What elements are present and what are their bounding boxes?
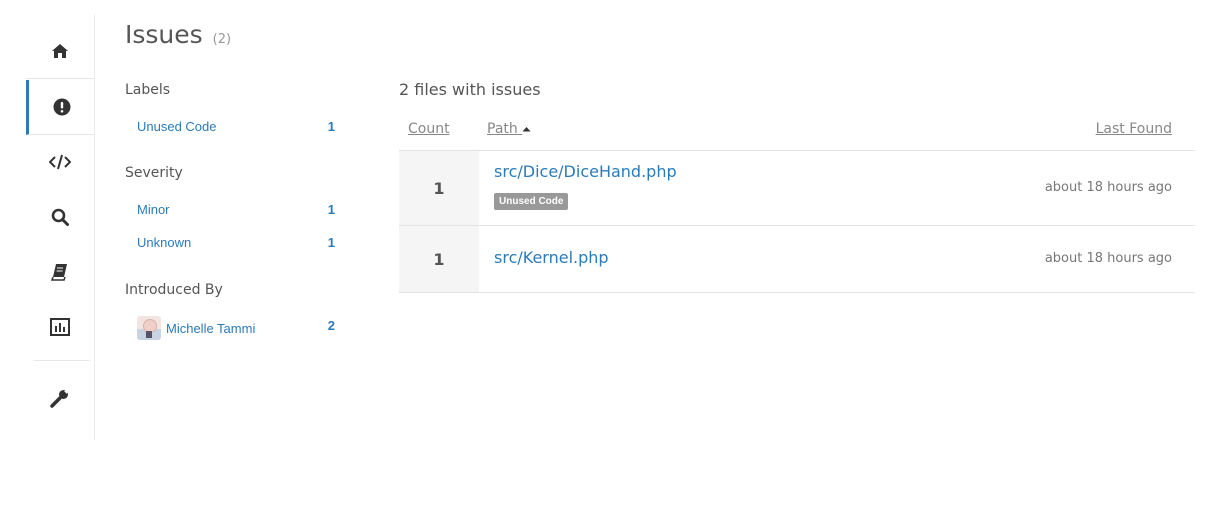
table-row: 1 src/Dice/DiceHand.php Unused Code abou… [399, 151, 1195, 226]
column-path[interactable]: Path [487, 121, 531, 137]
nav-docs[interactable] [26, 245, 94, 299]
filter-author-michelle-tammi[interactable]: Michelle Tammi 2 [137, 316, 335, 340]
nav-code[interactable] [26, 135, 94, 189]
nav-divider [34, 360, 90, 361]
results-heading: 2 files with issues [399, 80, 541, 99]
filter-label: Unused Code [137, 119, 217, 134]
home-icon [52, 44, 68, 58]
filter-label-unused-code[interactable]: Unused Code 1 [137, 119, 335, 134]
last-found-time: about 18 hours ago [1044, 251, 1172, 266]
filter-count: 2 [327, 318, 335, 333]
filter-count: 1 [327, 202, 335, 217]
nav-issues[interactable] [26, 80, 94, 135]
nav-home[interactable] [26, 24, 94, 79]
results-table: 1 src/Dice/DiceHand.php Unused Code abou… [399, 150, 1195, 293]
file-path-link[interactable]: src/Dice/DiceHand.php [494, 162, 677, 181]
introduced-by-heading: Introduced By [125, 282, 223, 298]
nav-stats[interactable] [26, 300, 94, 354]
labels-heading: Labels [125, 82, 171, 98]
table-row: 1 src/Kernel.php about 18 hours ago [399, 226, 1195, 293]
nav-settings[interactable] [26, 371, 94, 425]
filter-label: Unknown [137, 235, 192, 250]
search-icon [51, 208, 69, 226]
sort-asc-icon [522, 127, 531, 132]
book-icon [51, 264, 67, 281]
page-title-text: Issues [125, 20, 203, 49]
last-found-time: about 18 hours ago [1044, 180, 1172, 195]
nav-search[interactable] [26, 190, 94, 244]
issue-count-cell: 1 [399, 226, 479, 292]
filter-count: 1 [327, 119, 335, 134]
file-path-link[interactable]: src/Kernel.php [494, 248, 609, 267]
issue-count-cell: 1 [399, 151, 479, 225]
column-last-found[interactable]: Last Found [1096, 121, 1172, 137]
bar-chart-icon [50, 318, 70, 336]
side-nav [26, 14, 95, 440]
filter-label: Michelle Tammi [166, 320, 256, 336]
column-count[interactable]: Count [408, 121, 450, 137]
filter-label: Minor [137, 202, 170, 217]
label-tag[interactable]: Unused Code [494, 193, 569, 210]
severity-heading: Severity [125, 165, 183, 181]
wrench-icon [50, 390, 68, 408]
issue-count: (2) [212, 32, 232, 47]
filter-count: 1 [327, 235, 335, 250]
column-path-label: Path [487, 121, 518, 137]
filter-severity-unknown[interactable]: Unknown 1 [137, 235, 335, 250]
page-title: Issues (2) [125, 20, 231, 49]
code-icon [49, 154, 71, 170]
filter-severity-minor[interactable]: Minor 1 [137, 202, 335, 217]
avatar [137, 316, 161, 340]
author-link: Michelle Tammi [137, 316, 255, 340]
exclamation-circle-icon [53, 98, 70, 116]
